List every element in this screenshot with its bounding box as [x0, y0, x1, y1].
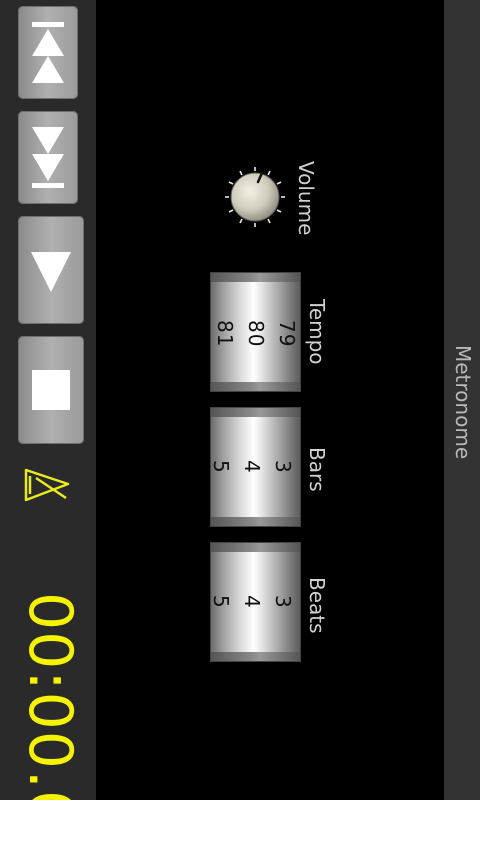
- bars-value-next: 5: [209, 460, 233, 474]
- beats-label: Beats: [305, 577, 329, 634]
- tempo-spinner[interactable]: 79 80 81: [210, 272, 301, 392]
- blank-area: [0, 800, 480, 854]
- app-title: Metronome: [451, 345, 475, 460]
- metronome-screen: 00:00.0 Metronome Volume 79 80 81 Tempo …: [0, 0, 480, 800]
- bars-value-prev: 3: [271, 460, 295, 474]
- volume-knob-icon[interactable]: [222, 164, 288, 230]
- tempo-label: Tempo: [305, 299, 329, 365]
- metronome-icon: [24, 468, 70, 502]
- beats-spinner[interactable]: 3 4 5: [209, 542, 301, 662]
- skip-to-start-button[interactable]: [18, 6, 78, 99]
- bars-label: Bars: [305, 447, 329, 492]
- tempo-value-prev: 79: [275, 320, 299, 348]
- play-icon: [31, 252, 71, 292]
- skip-to-end-button[interactable]: [18, 111, 78, 204]
- bars-spinner[interactable]: 3 4 5: [209, 407, 301, 527]
- stop-icon: [32, 370, 70, 410]
- play-button[interactable]: [18, 216, 84, 324]
- skip-to-start-icon: [32, 22, 64, 83]
- stop-button[interactable]: [18, 336, 84, 444]
- beats-value-current: 4: [240, 595, 264, 609]
- volume-label: Volume: [294, 161, 318, 236]
- tempo-value-next: 81: [213, 320, 237, 348]
- tempo-value-current: 80: [244, 320, 268, 348]
- beats-value-next: 5: [209, 595, 233, 609]
- bars-value-current: 4: [240, 460, 264, 474]
- beats-value-prev: 3: [271, 595, 295, 609]
- skip-to-end-icon: [32, 127, 64, 188]
- transport-toolbar: 00:00.0: [0, 0, 96, 800]
- elapsed-time: 00:00.0: [15, 592, 85, 800]
